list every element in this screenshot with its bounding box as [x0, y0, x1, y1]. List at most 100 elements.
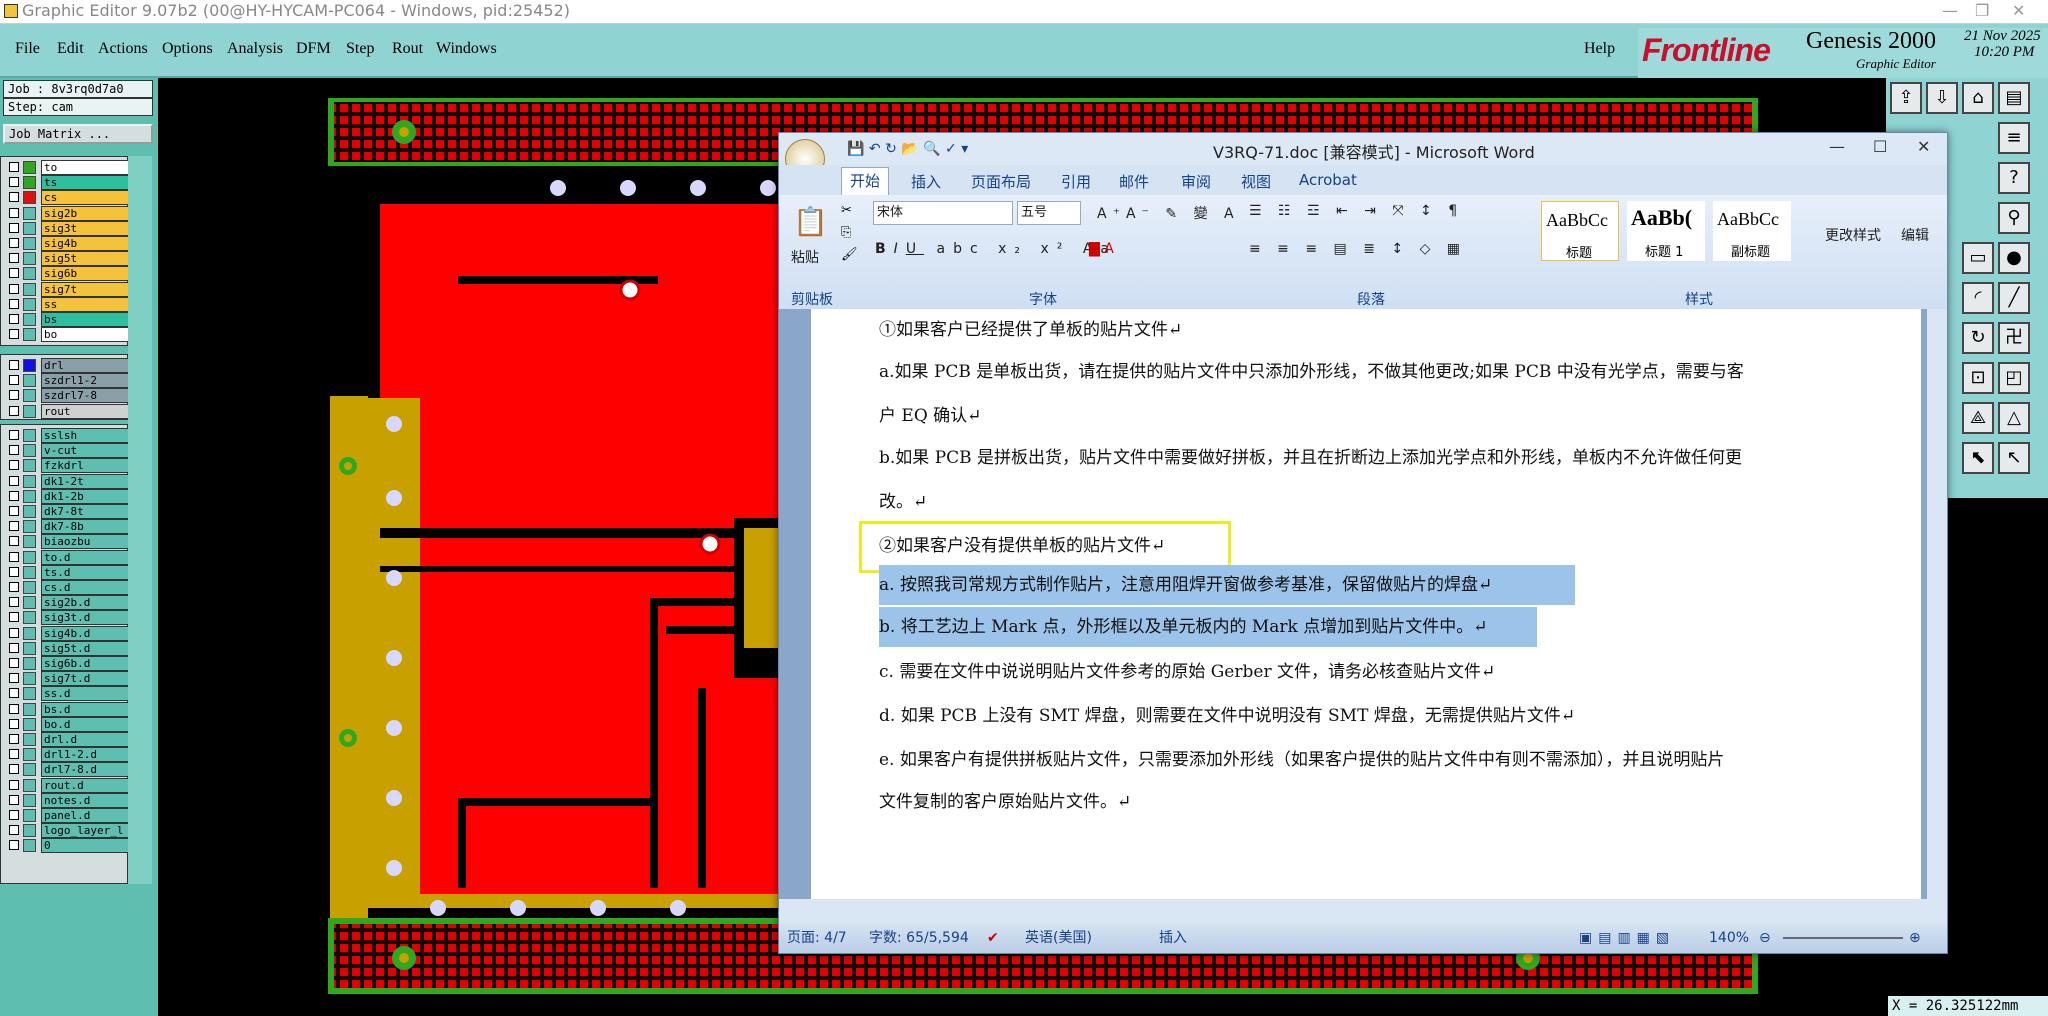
layer-checkbox[interactable]: [9, 734, 19, 744]
layer-row-bs[interactable]: bs: [9, 312, 131, 327]
layer-checkbox[interactable]: [9, 329, 19, 340]
layer-name[interactable]: dk7-8t: [41, 504, 131, 519]
job-matrix-button[interactable]: Job Matrix ...: [3, 124, 153, 144]
layer-color-chip[interactable]: [23, 474, 36, 488]
edit-button[interactable]: 编辑: [1901, 225, 1929, 245]
layer-checkbox[interactable]: [9, 810, 19, 820]
layer-row-ts.d[interactable]: ts.d: [9, 564, 131, 580]
layer-row-sig2b[interactable]: sig2b: [9, 205, 131, 221]
layer-checkbox[interactable]: [9, 475, 19, 486]
layer-row-szdrl7-8[interactable]: szdrl7-8: [9, 388, 131, 404]
layer-row-sig7t[interactable]: sig7t: [9, 281, 131, 297]
layer-row-sig3t.d[interactable]: sig3t.d: [9, 610, 131, 626]
layer-checkbox[interactable]: [9, 506, 19, 516]
tab-insert[interactable]: 插入: [911, 171, 941, 192]
layer-color-chip[interactable]: [23, 565, 36, 579]
layer-row-sig7t.d[interactable]: sig7t.d: [9, 671, 131, 687]
layer-color-chip[interactable]: [23, 297, 36, 311]
layer-color-chip[interactable]: [23, 176, 36, 190]
layer-checkbox[interactable]: [9, 521, 19, 532]
layer-name[interactable]: ts.d: [41, 564, 131, 580]
layer-row-drl7-8.d[interactable]: drl7-8.d: [9, 762, 131, 778]
snap-icon[interactable]: ⊡: [1962, 362, 1994, 394]
layer-name[interactable]: drl.d: [41, 732, 131, 747]
layer-name[interactable]: drl: [41, 358, 131, 373]
layer-row-szdrl1-2[interactable]: szdrl1-2: [9, 373, 131, 389]
layer-row-sig4b.d[interactable]: sig4b.d: [9, 625, 131, 641]
restore-icon[interactable]: ❐: [1975, 0, 1989, 22]
layer-color-chip[interactable]: [23, 641, 36, 655]
layer-color-chip[interactable]: [23, 550, 36, 564]
layer-checkbox[interactable]: [9, 162, 19, 172]
layer-color-chip[interactable]: [23, 778, 36, 792]
layer-checkbox[interactable]: [9, 840, 19, 851]
word-maximize-icon[interactable]: ☐: [1873, 137, 1887, 156]
minimize-icon[interactable]: —: [1942, 0, 1958, 22]
tab-acrobat[interactable]: Acrobat: [1299, 171, 1357, 189]
layer-row-cs[interactable]: cs: [9, 190, 131, 206]
arc-icon[interactable]: ◜: [1962, 282, 1994, 314]
layer-name[interactable]: sig3t: [41, 220, 131, 236]
layer-name[interactable]: dk7-8b: [41, 519, 131, 535]
layer-name[interactable]: panel.d: [41, 808, 131, 823]
layer-checkbox[interactable]: [9, 627, 19, 638]
layer-row-cs.d[interactable]: cs.d: [9, 580, 131, 595]
layer-color-chip[interactable]: [23, 389, 36, 403]
layer-name[interactable]: dk1-2b: [41, 488, 131, 504]
layer-color-chip[interactable]: [23, 839, 36, 853]
list-buttons[interactable]: ☰ ☷ ☲ ⇤ ⇥ ⤧ ↕ ¶: [1249, 203, 1463, 219]
layer-checkbox[interactable]: [9, 314, 19, 324]
layer-color-chip[interactable]: [23, 520, 36, 534]
layer-row-fzkdrl[interactable]: fzkdrl: [9, 458, 131, 474]
layer-row-to.d[interactable]: to.d: [9, 549, 131, 565]
open-job-icon[interactable]: ⇪: [1890, 82, 1922, 114]
layer-name[interactable]: biaozbu: [41, 534, 131, 550]
layer-color-chip[interactable]: [23, 824, 36, 838]
layer-row-sig5t[interactable]: sig5t: [9, 251, 131, 267]
tab-review[interactable]: 审阅: [1181, 171, 1211, 192]
style-title[interactable]: AaBbCc 标题: [1541, 201, 1619, 261]
paste-icon[interactable]: 📋: [793, 205, 828, 238]
layer-checkbox[interactable]: [9, 794, 19, 805]
layer-name[interactable]: sslsh: [41, 428, 131, 443]
layer-checkbox[interactable]: [9, 390, 19, 401]
layer-color-chip[interactable]: [23, 191, 36, 205]
menu-step[interactable]: Step: [346, 40, 374, 58]
zoom-in-icon[interactable]: ⊕: [1909, 923, 1921, 953]
layer-row-dk1-2t[interactable]: dk1-2t: [9, 473, 131, 489]
measure-icon[interactable]: △: [1998, 402, 2030, 434]
layer-row-ts[interactable]: ts: [9, 175, 131, 191]
layer-row-drl1-2.d[interactable]: drl1-2.d: [9, 747, 131, 763]
proofing-icon[interactable]: ✔: [987, 923, 999, 953]
paste-label[interactable]: 粘贴: [791, 247, 819, 267]
font-size-buttons[interactable]: A⁺A⁻ ✎ 變 A: [1097, 203, 1240, 223]
layer-color-chip[interactable]: [23, 252, 36, 266]
layer-color-chip[interactable]: [23, 206, 36, 220]
document-page[interactable]: ①如果客户已经提供了单板的贴片文件↵ a.如果 PCB 是单板出货，请在提供的贴…: [811, 309, 1921, 899]
status-words[interactable]: 字数: 65/5,594: [869, 923, 969, 953]
layer-name[interactable]: sig6b.d: [41, 656, 131, 671]
status-insert-mode[interactable]: 插入: [1159, 923, 1187, 953]
layer-checkbox[interactable]: [9, 536, 19, 547]
layer-name[interactable]: sig4b.d: [41, 625, 131, 641]
layer-checkbox[interactable]: [9, 283, 19, 294]
select-icon[interactable]: ⬉: [1962, 442, 1994, 474]
slot-icon[interactable]: ▭: [1962, 242, 1994, 274]
layer-color-chip[interactable]: [23, 793, 36, 807]
help-icon[interactable]: ?: [1998, 162, 2030, 194]
layer-checkbox[interactable]: [9, 658, 19, 668]
layer-row-notes.d[interactable]: notes.d: [9, 792, 131, 808]
home-icon[interactable]: ⌂: [1962, 82, 1994, 114]
layer-name[interactable]: rout.d: [41, 777, 131, 793]
layer-row-logo_layer_l[interactable]: logo_layer_l: [9, 823, 131, 839]
layer-name[interactable]: szdrl1-2: [41, 373, 131, 389]
layer-color-chip[interactable]: [23, 581, 36, 594]
layer-color-chip[interactable]: [23, 611, 36, 625]
layer-name[interactable]: logo_layer_l: [41, 823, 131, 839]
layer-name[interactable]: to: [41, 160, 131, 175]
layer-checkbox[interactable]: [9, 597, 19, 608]
layer-color-chip[interactable]: [23, 374, 36, 388]
layer-color-chip[interactable]: [23, 237, 36, 250]
layer-checkbox[interactable]: [9, 207, 19, 218]
layer-row-drl.d[interactable]: drl.d: [9, 732, 131, 747]
